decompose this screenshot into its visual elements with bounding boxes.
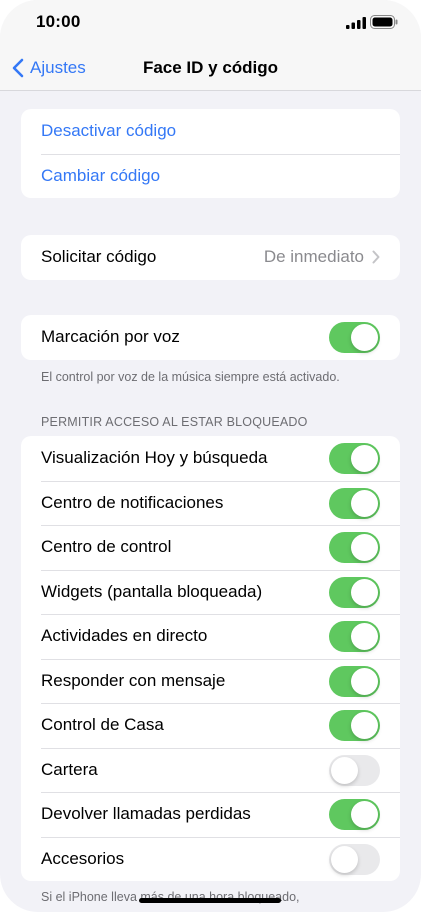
locked-access-row: Centro de notificaciones bbox=[21, 480, 400, 526]
toggle-control-center[interactable] bbox=[329, 532, 380, 564]
home-indicator bbox=[139, 898, 281, 903]
cellular-signal-icon bbox=[346, 16, 366, 34]
toggle-return-missed-calls[interactable] bbox=[329, 799, 380, 831]
change-passcode-button[interactable]: Cambiar código bbox=[21, 153, 400, 199]
locked-access-row: Responder con mensaje bbox=[21, 658, 400, 704]
require-passcode-row[interactable]: Solicitar código De inmediato bbox=[21, 235, 400, 280]
toggle-reply-with-message[interactable] bbox=[329, 665, 380, 697]
locked-access-row: Cartera bbox=[21, 747, 400, 793]
locked-access-row: Centro de control bbox=[21, 525, 400, 570]
voice-dial-toggle[interactable] bbox=[329, 322, 380, 354]
locked-access-row: Accesorios bbox=[21, 836, 400, 882]
toggle-live-activities[interactable] bbox=[329, 621, 380, 653]
page-title: Face ID y código bbox=[142, 58, 279, 77]
toggle-home-control[interactable] bbox=[329, 710, 380, 742]
toggle-lock-screen-widgets[interactable] bbox=[329, 576, 380, 608]
voice-dial-row: Marcación por voz bbox=[21, 315, 400, 360]
settings-screen: 10:00 Ajustes Face ID y código Desactiva… bbox=[0, 0, 421, 912]
battery-icon bbox=[370, 15, 398, 34]
locked-access-row: Control de Casa bbox=[21, 703, 400, 748]
navigation-bar: 10:00 Ajustes Face ID y código bbox=[0, 0, 421, 91]
status-time: 10:00 bbox=[36, 12, 81, 31]
require-passcode-value: De inmediato bbox=[263, 247, 364, 267]
turn-off-passcode-button[interactable]: Desactivar código bbox=[21, 109, 400, 154]
chevron-right-icon bbox=[372, 250, 380, 264]
require-passcode-label: Solicitar código bbox=[41, 247, 157, 267]
locked-access-row: Widgets (pantalla bloqueada) bbox=[21, 569, 400, 615]
section-header-locked-access: PERMITIR ACCESO AL ESTAR BLOQUEADO bbox=[41, 415, 308, 429]
locked-access-group: Visualización Hoy y búsqueda Centro de n… bbox=[21, 436, 400, 881]
locked-access-row: Actividades en directo bbox=[21, 614, 400, 659]
voice-dial-group: Marcación por voz bbox=[21, 315, 400, 360]
toggle-accessories[interactable] bbox=[329, 843, 380, 875]
toggle-wallet[interactable] bbox=[329, 754, 380, 786]
passcode-group: Desactivar código Cambiar código bbox=[21, 109, 400, 198]
toggle-notification-center[interactable] bbox=[329, 487, 380, 519]
locked-access-row: Devolver llamadas perdidas bbox=[21, 792, 400, 837]
toggle-today-search[interactable] bbox=[329, 443, 380, 475]
require-passcode-group: Solicitar código De inmediato bbox=[21, 235, 400, 280]
locked-access-row: Visualización Hoy y búsqueda bbox=[21, 436, 400, 481]
voice-dial-footnote: El control por voz de la música siempre … bbox=[41, 370, 340, 384]
